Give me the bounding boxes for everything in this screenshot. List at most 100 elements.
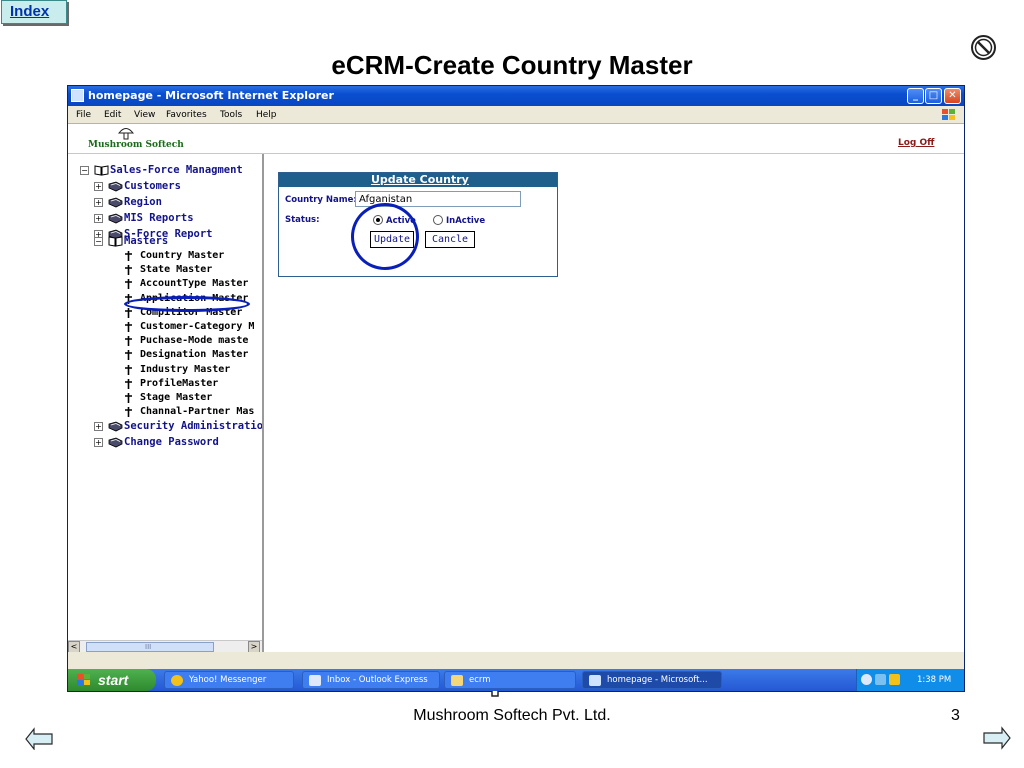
tree-item-designation-master[interactable]: Designation Master	[124, 349, 262, 362]
horizontal-scrollbar[interactable]: < III >	[68, 640, 262, 652]
country-name-label: Country Name:	[285, 195, 357, 205]
task-outlook-express[interactable]: Inbox - Outlook Express	[302, 671, 440, 689]
tree-item-accounttype-master[interactable]: AccountType Master	[124, 278, 262, 291]
tray-expand-icon[interactable]	[861, 674, 872, 685]
task-label: homepage - Microsoft...	[607, 675, 708, 685]
tree-item-industry-master[interactable]: Industry Master	[124, 363, 262, 377]
expand-icon[interactable]: +	[94, 214, 103, 223]
tree-item-label: AccountType Master	[140, 278, 249, 290]
menu-favorites[interactable]: Favorites	[166, 110, 207, 120]
scroll-left-button[interactable]: <	[68, 641, 80, 652]
menu-tools[interactable]: Tools	[220, 110, 242, 120]
tree-item-label: Puchase-Mode maste	[140, 335, 249, 347]
tree-item-country-master[interactable]: Country Master	[124, 250, 262, 263]
expand-icon[interactable]: +	[94, 198, 103, 207]
tree-item-state-master[interactable]: State Master	[124, 264, 262, 277]
tree-leaf-icon	[125, 407, 132, 418]
task-yahoo-messenger[interactable]: Yahoo! Messenger	[164, 671, 294, 689]
scroll-grip: III	[145, 643, 152, 651]
menu-view[interactable]: View	[134, 110, 155, 120]
tree-item-puchase-mode-maste[interactable]: Puchase-Mode maste	[124, 335, 262, 348]
tree-group-customers[interactable]: + Customers	[94, 180, 262, 193]
tree-group-region[interactable]: + Region	[94, 196, 262, 209]
tree-item-label: Industry Master	[140, 363, 231, 375]
tree-item-label: Customer-Category M	[140, 321, 255, 332]
volume-icon[interactable]	[889, 674, 900, 685]
tree-group-label: Change Password	[124, 436, 219, 448]
inactive-radio-label: InActive	[446, 216, 486, 226]
tree-root-label: Sales-Force Managment	[110, 164, 243, 176]
footer-company: Mushroom Softech Pvt. Ltd.	[413, 707, 611, 724]
scroll-right-button[interactable]: >	[248, 641, 260, 652]
no-entry-icon[interactable]	[970, 34, 997, 61]
minimize-button[interactable]: _	[907, 88, 924, 104]
tree-group-change-password[interactable]: + Change Password	[94, 436, 262, 449]
menu-file[interactable]: File	[76, 110, 91, 120]
tree-leaf-icon	[125, 265, 132, 276]
system-tray: 1:38 PM	[856, 669, 964, 691]
browser-window: homepage - Microsoft Internet Explorer _…	[67, 85, 965, 697]
mail-icon	[309, 675, 321, 686]
network-icon[interactable]	[875, 674, 886, 685]
next-slide-arrow-icon[interactable]	[982, 712, 1012, 750]
logoff-link[interactable]: Log Off	[898, 138, 934, 148]
tree-group-mis-reports[interactable]: + MIS Reports	[94, 212, 262, 225]
slide: Index eCRM-Create Country Master homepag…	[0, 0, 1024, 768]
start-button[interactable]: start	[68, 669, 156, 691]
maximize-button[interactable]: □	[925, 88, 942, 104]
annotation-circle-country-master	[124, 296, 250, 312]
tree-leaf-icon	[125, 350, 132, 361]
tree-item-channal-partner-mas[interactable]: Channal-Partner Mas	[124, 406, 262, 419]
expand-icon[interactable]: +	[94, 422, 103, 431]
collapse-icon[interactable]: −	[80, 166, 89, 175]
tree-leaf-icon	[125, 279, 132, 290]
tree-leaf-icon	[125, 378, 132, 389]
collapse-icon[interactable]: −	[94, 237, 103, 246]
tree-item-stage-master[interactable]: Stage Master	[124, 392, 262, 405]
ie-icon	[589, 675, 601, 686]
scroll-thumb[interactable]: III	[86, 642, 214, 652]
task-homepage-ie[interactable]: homepage - Microsoft...	[582, 671, 722, 689]
tree-item-customer-category-m[interactable]: Customer-Category M	[124, 321, 262, 334]
task-label: Inbox - Outlook Express	[327, 675, 428, 685]
form-header: Update Country	[279, 173, 557, 187]
close-button[interactable]: ✕	[944, 88, 961, 104]
task-label: ecrm	[469, 675, 491, 685]
tree-item-label: Designation Master	[140, 349, 249, 361]
book-icon	[108, 421, 123, 432]
index-link[interactable]: Index	[1, 0, 67, 24]
expand-icon[interactable]: +	[94, 182, 103, 191]
tree-group-label: Masters	[124, 235, 169, 247]
expand-icon[interactable]: +	[94, 438, 103, 447]
task-label: Yahoo! Messenger	[189, 675, 267, 685]
clock[interactable]: 1:38 PM	[917, 675, 951, 685]
slide-title: eCRM-Create Country Master	[331, 50, 693, 80]
folder-icon	[451, 675, 463, 686]
book-icon	[108, 437, 123, 448]
cancel-button[interactable]: Cancle	[425, 231, 475, 248]
taskbar: start Yahoo! Messenger Inbox - Outlook E…	[68, 669, 964, 691]
tree-group-label: Customers	[124, 180, 181, 192]
tree-group-security-administration[interactable]: + Security Administration	[94, 420, 262, 433]
open-book-icon	[94, 165, 109, 176]
tree-leaf-icon	[125, 307, 132, 318]
start-label: start	[98, 672, 129, 688]
tree-group-label: MIS Reports	[124, 212, 194, 224]
tree-leaf-icon	[125, 364, 132, 375]
update-country-form: Update Country Country Name: Status: Act…	[278, 172, 558, 277]
brand-name: Mushroom Softech	[88, 140, 184, 150]
window-titlebar[interactable]: homepage - Microsoft Internet Explorer _…	[68, 86, 964, 106]
task-ecrm-folder[interactable]: ecrm	[444, 671, 576, 689]
inactive-radio[interactable]	[433, 215, 443, 225]
book-icon	[108, 181, 123, 192]
tree-item-label: Country Master	[140, 250, 225, 261]
tree-item-profilemaster[interactable]: ProfileMaster	[124, 378, 262, 391]
menu-help[interactable]: Help	[256, 110, 277, 120]
menu-edit[interactable]: Edit	[104, 110, 121, 120]
tree-leaf-icon	[125, 322, 132, 332]
tree-group-masters[interactable]: − Masters	[94, 235, 262, 248]
book-icon	[108, 213, 123, 224]
previous-slide-arrow-icon[interactable]	[24, 712, 54, 750]
page-content: Mushroom Softech Log Off − Sales-Force M…	[68, 124, 964, 697]
tree-root[interactable]: − Sales-Force Managment	[80, 164, 262, 177]
